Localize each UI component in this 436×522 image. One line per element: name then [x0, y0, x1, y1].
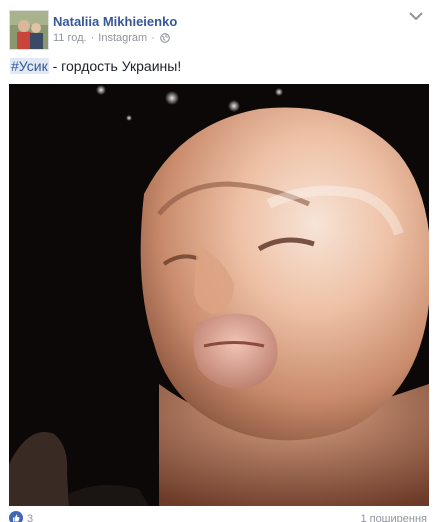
post-header: Nataliia Mikhieienko 11 год. · Instagram… — [9, 10, 427, 50]
author-name[interactable]: Nataliia Mikhieienko — [53, 14, 177, 29]
shares-count[interactable]: 1 поширення — [360, 513, 427, 522]
globe-icon[interactable] — [160, 33, 170, 43]
thumbs-up-icon[interactable] — [9, 511, 23, 522]
author-avatar[interactable] — [9, 10, 49, 50]
meta-separator: · — [151, 32, 155, 44]
post-meta: 11 год. · Instagram · — [53, 32, 170, 44]
post-timestamp[interactable]: 11 год. — [53, 32, 87, 44]
chevron-down-icon[interactable] — [409, 12, 423, 20]
hashtag-link[interactable]: #Усик — [10, 58, 49, 74]
reactions-count[interactable]: 3 — [27, 513, 33, 522]
post-footer: 3 1 поширення — [9, 510, 427, 522]
post-source[interactable]: Instagram — [98, 32, 147, 44]
post-text-body: - гордость Украины! — [48, 58, 182, 74]
post-text: #Усик - гордость Украины! — [10, 58, 181, 74]
meta-separator: · — [90, 32, 95, 44]
facebook-post: Nataliia Mikhieienko 11 год. · Instagram… — [0, 0, 436, 522]
post-photo[interactable] — [9, 84, 429, 506]
